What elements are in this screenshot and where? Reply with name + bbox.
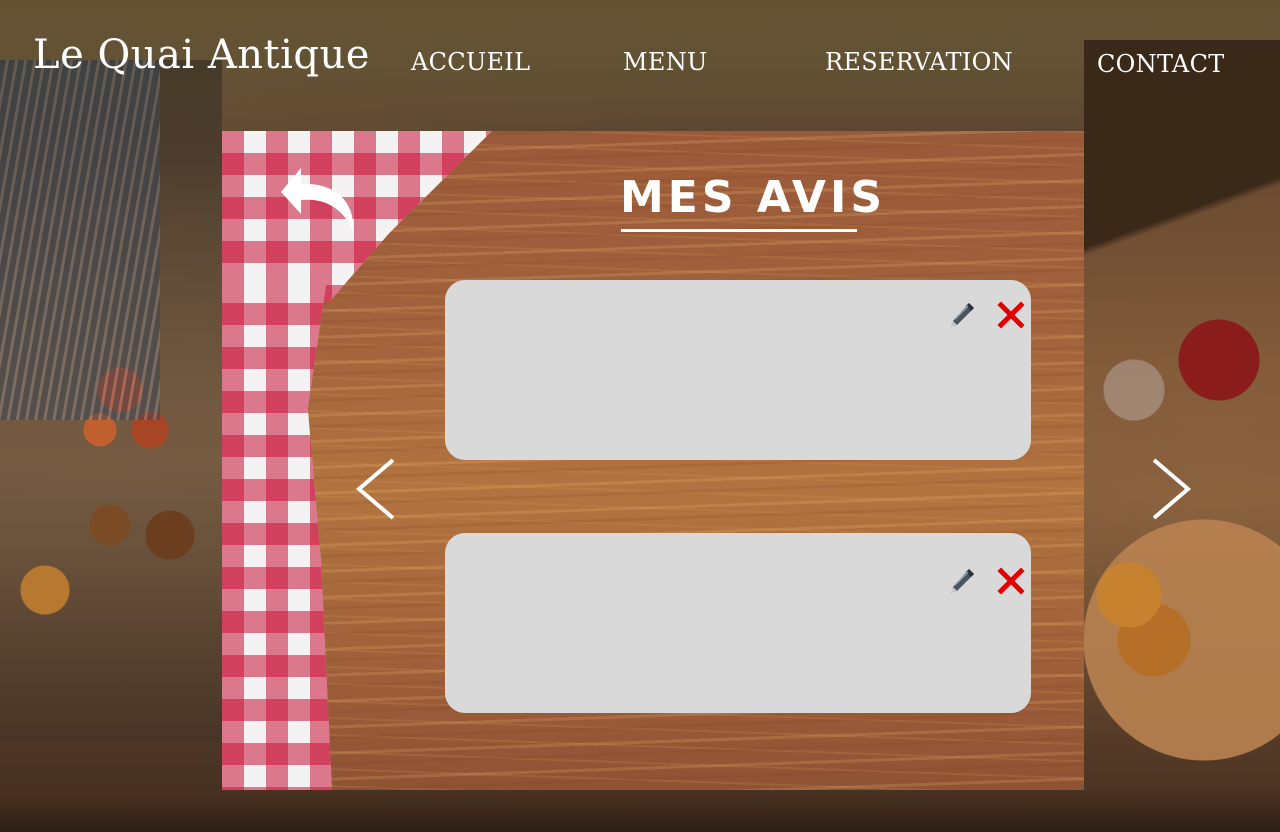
chevron-left-icon[interactable] — [353, 458, 399, 520]
background-food-left — [0, 60, 222, 740]
chevron-right-icon[interactable] — [1148, 458, 1194, 520]
brand-logo-text[interactable]: Le Quai Antique — [33, 32, 370, 78]
nav-reservation[interactable]: RESERVATION — [825, 48, 1013, 76]
background-wine-right — [1084, 40, 1280, 800]
nav-menu[interactable]: MENU — [623, 48, 708, 76]
nav-contact[interactable]: CONTACT — [1097, 50, 1225, 78]
edit-pen-icon[interactable] — [947, 566, 977, 596]
title-underline — [621, 229, 857, 232]
background-table-bottom — [0, 790, 1280, 832]
delete-cross-icon[interactable] — [996, 566, 1026, 596]
delete-cross-icon[interactable] — [996, 300, 1026, 330]
tablecloth-decoration-side — [222, 281, 332, 790]
review-card — [445, 533, 1031, 713]
nav-accueil[interactable]: ACCUEIL — [411, 48, 530, 76]
review-card — [445, 280, 1031, 460]
back-arrow-icon[interactable] — [279, 162, 363, 232]
edit-pen-icon[interactable] — [947, 300, 977, 330]
page-title: MES AVIS — [620, 172, 887, 223]
